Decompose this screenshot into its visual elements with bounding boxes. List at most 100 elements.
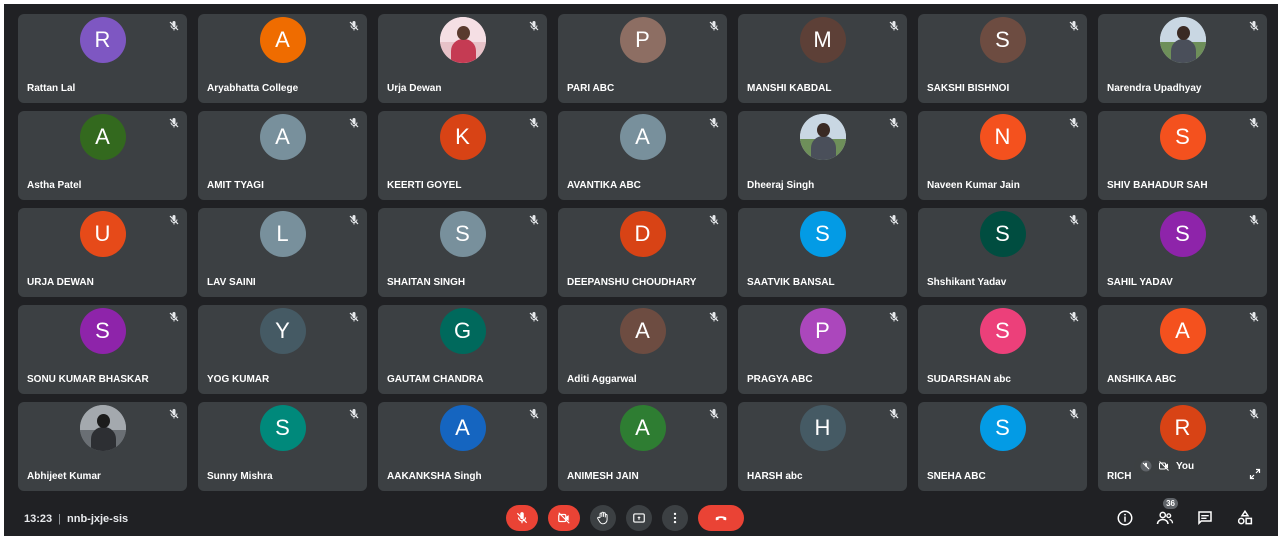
participant-tile[interactable]: S SAKSHI BISHNOI <box>918 14 1087 103</box>
muted-mic-icon <box>528 311 540 323</box>
profile-photo <box>1159 17 1206 63</box>
participant-name: SAHIL YADAV <box>1107 277 1173 288</box>
avatar: A <box>619 405 666 451</box>
muted-mic-icon <box>348 311 360 323</box>
more-options-button[interactable] <box>662 505 688 531</box>
participant-name: Shshikant Yadav <box>927 277 1007 288</box>
chat-icon <box>1198 511 1212 526</box>
activities-button[interactable] <box>1236 509 1254 527</box>
participant-name: SHIV BAHADUR SAH <box>1107 180 1208 191</box>
participant-tile[interactable]: A AMIT TYAGI <box>198 111 367 200</box>
avatar: R <box>79 17 126 63</box>
participant-tile[interactable]: G GAUTAM CHANDRA <box>378 305 547 394</box>
meeting-time: 13:23 <box>24 513 53 525</box>
participant-tile[interactable]: A AVANTIKA ABC <box>558 111 727 200</box>
participant-tile[interactable]: H HARSH abc <box>738 402 907 491</box>
muted-mic-icon <box>348 20 360 32</box>
participant-tile[interactable]: Y YOG KUMAR <box>198 305 367 394</box>
muted-mic-icon <box>888 214 900 226</box>
self-label: You <box>1176 460 1195 472</box>
avatar-initial: S <box>95 318 110 343</box>
avatar-initial: G <box>453 318 472 343</box>
meeting-details: 13:23 | nnb-jxje-sis <box>24 513 128 525</box>
participant-tile[interactable]: Narendra Upadhyay <box>1098 14 1267 103</box>
meeting-info-button[interactable] <box>1116 509 1134 527</box>
participant-tile[interactable]: L LAV SAINI <box>198 208 367 297</box>
raise-hand-button[interactable] <box>590 505 616 531</box>
muted-mic-icon <box>708 311 720 323</box>
avatar-initial: S <box>995 221 1010 246</box>
muted-mic-icon <box>168 117 180 129</box>
avatar: A <box>259 17 306 63</box>
avatar: A <box>1159 308 1206 354</box>
camera-toggle-button[interactable] <box>548 505 580 531</box>
avatar-initial: Y <box>275 318 290 343</box>
participant-tile[interactable]: R RICH You <box>1098 402 1267 491</box>
muted-mic-icon <box>708 20 720 32</box>
raise-hand-icon <box>597 511 608 525</box>
participant-tile[interactable]: P PARI ABC <box>558 14 727 103</box>
avatar-initial: A <box>455 415 470 440</box>
avatar-initial: K <box>455 124 470 149</box>
participant-tile[interactable]: S SUDARSHAN abc <box>918 305 1087 394</box>
participant-tile[interactable]: A AAKANKSHA Singh <box>378 402 547 491</box>
participant-tile[interactable]: A Aditi Aggarwal <box>558 305 727 394</box>
participant-tile[interactable]: S SAATVIK BANSAL <box>738 208 907 297</box>
muted-mic-icon <box>1068 20 1080 32</box>
avatar-initial: A <box>275 124 290 149</box>
avatar-initial: H <box>814 415 831 440</box>
expand-icon[interactable] <box>1249 467 1261 480</box>
self-mic-off-icon[interactable] <box>1140 460 1152 472</box>
participant-tile[interactable]: R Rattan Lal <box>18 14 187 103</box>
participant-tile[interactable]: S SAHIL YADAV <box>1098 208 1267 297</box>
present-screen-button[interactable] <box>626 505 652 531</box>
muted-mic-icon <box>1248 408 1260 420</box>
profile-photo <box>799 114 846 160</box>
participant-tile[interactable]: S Sunny Mishra <box>198 402 367 491</box>
mic-toggle-button[interactable] <box>506 505 538 531</box>
avatar: H <box>799 405 846 451</box>
participant-tile[interactable]: A Astha Patel <box>18 111 187 200</box>
participant-tile[interactable]: M MANSHI KABDAL <box>738 14 907 103</box>
participant-tile[interactable]: A Aryabhatta College <box>198 14 367 103</box>
participant-tile[interactable]: S SNEHA ABC <box>918 402 1087 491</box>
avatar: A <box>619 308 666 354</box>
avatar: A <box>79 114 126 160</box>
participant-tile[interactable]: N Naveen Kumar Jain <box>918 111 1087 200</box>
participant-name: SONU KUMAR BHASKAR <box>27 374 149 385</box>
participant-tile[interactable]: D DEEPANSHU CHOUDHARY <box>558 208 727 297</box>
muted-mic-icon <box>528 20 540 32</box>
avatar: K <box>439 114 486 160</box>
avatar: P <box>619 17 666 63</box>
participant-tile[interactable]: K KEERTI GOYEL <box>378 111 547 200</box>
self-camera-off-icon[interactable] <box>1158 460 1170 472</box>
participant-tile[interactable]: S Shshikant Yadav <box>918 208 1087 297</box>
avatar: P <box>799 308 846 354</box>
people-button[interactable]: 36 <box>1156 498 1178 527</box>
participant-tile[interactable]: A ANSHIKA ABC <box>1098 305 1267 394</box>
muted-mic-icon <box>1248 117 1260 129</box>
avatar-initial: P <box>815 318 830 343</box>
participant-tile[interactable]: Dheeraj Singh <box>738 111 907 200</box>
participant-tile[interactable]: S SHIV BAHADUR SAH <box>1098 111 1267 200</box>
leave-call-button[interactable] <box>698 505 744 531</box>
muted-mic-icon <box>168 214 180 226</box>
participant-tile[interactable]: Abhijeet Kumar <box>18 402 187 491</box>
participant-name: Dheeraj Singh <box>747 180 815 191</box>
participant-name: ANIMESH JAIN <box>567 471 639 482</box>
participant-name: Aditi Aggarwal <box>567 374 637 385</box>
participant-name: GAUTAM CHANDRA <box>387 374 484 385</box>
side-controls: 36 <box>1116 498 1254 527</box>
muted-mic-icon <box>528 408 540 420</box>
participant-tile[interactable]: S SHAITAN SINGH <box>378 208 547 297</box>
avatar-initial: M <box>813 27 832 52</box>
participant-tile[interactable]: A ANIMESH JAIN <box>558 402 727 491</box>
participant-tile[interactable]: P PRAGYA ABC <box>738 305 907 394</box>
present-screen-icon <box>633 513 645 523</box>
chat-button[interactable] <box>1196 509 1214 527</box>
participant-tile[interactable]: U URJA DEWAN <box>18 208 187 297</box>
participant-tile[interactable]: S SONU KUMAR BHASKAR <box>18 305 187 394</box>
participant-tile[interactable]: Urja Dewan <box>378 14 547 103</box>
muted-mic-icon <box>1248 20 1260 32</box>
avatar: S <box>799 211 846 257</box>
